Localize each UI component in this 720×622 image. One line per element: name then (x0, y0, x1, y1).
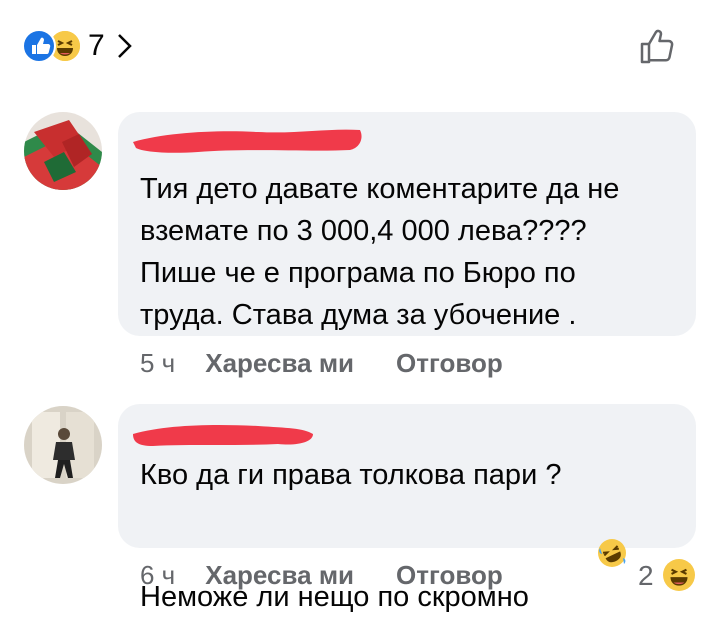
comment-actions: 6 ч Харесва ми Отговор (140, 560, 545, 591)
reaction-count: 7 (88, 29, 105, 62)
avatar[interactable] (24, 112, 102, 190)
post-reactions-bar: 7 (0, 0, 720, 90)
comment-time[interactable]: 6 ч (140, 560, 175, 591)
comment-actions: 5 ч Харесва ми Отговор (140, 348, 545, 379)
comment-text-line-1: Кво да ги права толкова пари ? (140, 459, 562, 491)
comment-bubble: Кво да ги права толкова пари ? Неможе ли… (118, 404, 696, 613)
comment-time[interactable]: 5 ч (140, 348, 175, 379)
like-icon (22, 29, 56, 63)
comment-text: Тия дето давате коментарите да не вземат… (140, 173, 620, 331)
comment-bubble: Тия дето давате коментарите да не вземат… (118, 112, 696, 336)
chevron-right-icon (113, 31, 135, 61)
comment-reaction-summary[interactable]: 2 (638, 559, 696, 592)
rolling-laughing-emoji-icon (533, 496, 627, 567)
thumbs-up-outline-icon[interactable] (636, 24, 680, 68)
reaction-summary[interactable]: 7 (22, 28, 135, 64)
haha-icon (663, 559, 696, 591)
like-comment-button[interactable]: Харесва ми (205, 348, 354, 379)
reply-button[interactable]: Отговор (396, 348, 503, 379)
reply-button[interactable]: Отговор (396, 560, 503, 591)
comment-reaction-count: 2 (638, 560, 654, 591)
like-comment-button[interactable]: Харесва ми (205, 560, 354, 591)
avatar[interactable] (24, 406, 102, 484)
redacted-author-name (133, 424, 313, 446)
redacted-author-name (133, 129, 362, 153)
